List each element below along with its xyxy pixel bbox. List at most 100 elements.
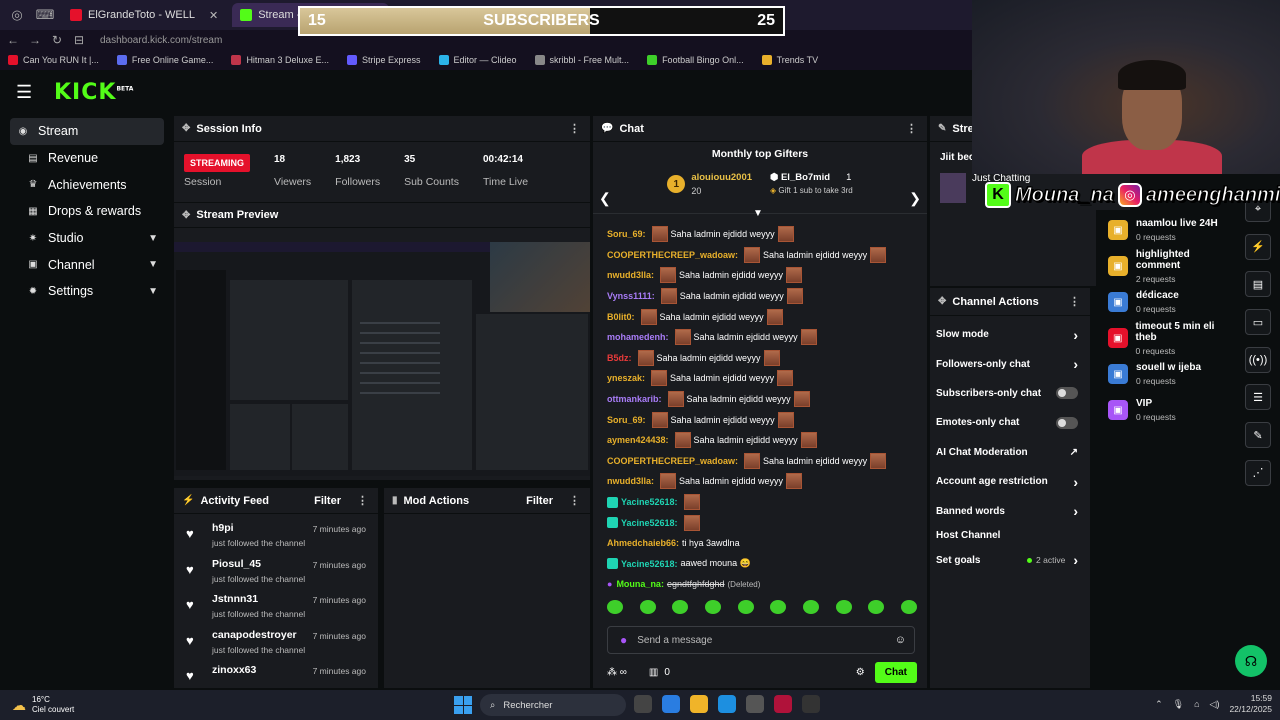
copilot-icon[interactable] [662,695,680,713]
chat-username[interactable]: Soru_69: [607,415,646,425]
emote-icon[interactable] [639,600,656,614]
slow-mode-item[interactable]: Slow mode › [930,320,1090,349]
users-icon[interactable]: ⁂ ∞ [607,667,627,678]
emote-icon[interactable] [672,600,689,614]
close-tab-icon[interactable]: ✕ [209,9,218,22]
chat-username[interactable]: nwudd3lla: [607,270,654,280]
gear-icon[interactable]: ⚙ [856,667,865,678]
chat-username[interactable]: Soru_69: [607,229,646,239]
bookmark[interactable]: Stripe Express [346,55,421,65]
support-chat-button[interactable]: ☊ [1235,645,1267,677]
sidebar-item-stream[interactable]: ◉ Stream [10,118,164,145]
emoji-icon[interactable]: ☺ [895,634,906,646]
more-options-icon[interactable]: ⋮ [569,122,580,135]
chat-username[interactable]: COOPERTHECREEP_wadoaw: [607,456,738,466]
reward-item[interactable]: ▣ timeout 5 min eli theb 0 requests [1096,320,1236,356]
reward-item[interactable]: ▣ VIP 0 requests [1096,392,1236,428]
app-icon[interactable] [802,695,820,713]
sidebar-item-studio[interactable]: ✷ Studio ▼ [10,225,164,252]
emote-icon[interactable] [835,600,852,614]
more-options-icon[interactable]: ⋮ [569,494,580,507]
forward-icon[interactable]: → [26,33,44,47]
filter-button[interactable]: Filter [526,495,553,507]
share-icon[interactable]: ⋰ [1245,459,1271,486]
sidebar-item-achievements[interactable]: ♛ Achievements [10,171,164,198]
banned-words-item[interactable]: Banned words › [930,496,1090,525]
emote-icon[interactable] [868,600,885,614]
bookmark[interactable]: Football Bingo Onl... [647,55,744,65]
chevron-right-icon[interactable]: ❯ [909,190,921,207]
account-age-item[interactable]: Account age restriction › [930,467,1090,496]
gift-icon[interactable]: ▥ [649,667,658,678]
task-view-icon[interactable] [634,695,652,713]
menu-icon[interactable]: ☰ [16,82,36,103]
bookmark[interactable]: skribbl - Free Mult... [534,55,629,65]
file-explorer-icon[interactable] [690,695,708,713]
pinned-icon[interactable]: ▼ [753,208,763,219]
chat-username[interactable]: nwudd3lla: [607,476,654,486]
chat-username[interactable]: Yacine52618: [621,497,678,507]
reward-item[interactable]: ▣ highlighted comment 2 requests [1096,248,1236,284]
bookmark[interactable]: Can You RUN It |... [8,55,99,65]
reward-item[interactable]: ▣ souell w ijeba 0 requests [1096,356,1236,392]
bookmark[interactable]: Trends TV [761,55,818,65]
emote-icon[interactable] [607,600,623,614]
bookmark[interactable]: Editor — Clideo [438,55,517,65]
chat-username[interactable]: B5dz: [607,353,632,363]
reward-item[interactable]: ▣ naamlou live 24H 0 requests [1096,212,1236,248]
sidebar-item-settings[interactable]: ✹ Settings ▼ [10,278,164,305]
bookmark[interactable]: Hitman 3 Deluxe E... [231,55,329,65]
chat-username[interactable]: COOPERTHECREEP_wadoaw: [607,250,738,260]
chat-username[interactable]: yneszak: [607,373,645,383]
tab-elgrandetoto[interactable]: ElGrandeToto - WELL ✕ [62,3,226,27]
more-options-icon[interactable]: ⋮ [357,494,368,507]
reward-item[interactable]: ▣ dédicace 0 requests [1096,284,1236,320]
emote-icon[interactable] [704,600,721,614]
host-channel-item[interactable]: Host Channel [930,526,1090,546]
subscribers-only-toggle[interactable] [1056,387,1078,400]
emote-icon[interactable] [737,600,754,614]
ai-moderation-item[interactable]: AI Chat Moderation ↗ [930,438,1090,467]
emote-icon[interactable] [770,600,787,614]
kick-logo[interactable]: KICKBETA [54,80,133,105]
windows-start-icon[interactable] [454,696,472,714]
emotes-only-toggle[interactable] [1056,416,1078,429]
network-icon[interactable]: ⌂ [1194,699,1199,709]
lightning-icon[interactable]: ⚡ [1245,233,1271,260]
more-options-icon[interactable]: ⋮ [906,122,917,135]
mic-icon[interactable]: 🎙 [1173,699,1184,710]
drag-handle-icon[interactable]: ✥ [182,210,190,221]
taskbar-search[interactable]: ⌕ Rechercher [480,694,626,716]
set-goals-item[interactable]: Set goals 2 active › [930,546,1090,575]
chat-icon[interactable]: ▭ [1245,309,1271,336]
gamepad-icon[interactable]: ⌨ [34,4,56,26]
chat-username[interactable]: Yacine52618: [621,518,678,528]
emote-icon[interactable] [802,600,819,614]
chat-username[interactable]: B0lit0: [607,312,635,322]
followers-only-item[interactable]: Followers-only chat › [930,349,1090,378]
url-field[interactable]: dashboard.kick.com/stream [100,35,222,46]
document-icon[interactable]: ▤ [1245,271,1271,298]
chat-username[interactable]: Ahmedchaieb66: [607,538,679,548]
back-icon[interactable]: ← [4,33,22,47]
clock[interactable]: 15:59 22/12/2025 [1229,693,1272,715]
sidebar-item-drops[interactable]: ▦ Drops & rewards [10,198,164,225]
drag-handle-icon[interactable]: ✥ [938,296,946,307]
chevron-left-icon[interactable]: ❮ [599,190,611,207]
drag-handle-icon[interactable]: ✥ [182,123,190,134]
sidebar-item-revenue[interactable]: ▤ Revenue [10,145,164,172]
edge-icon[interactable] [718,695,736,713]
browser-menu-icon[interactable]: ◎ [6,4,28,26]
stream-preview-video[interactable] [174,242,590,476]
wrench-icon[interactable]: ✎ [1245,422,1271,449]
store-icon[interactable] [746,695,764,713]
chat-username[interactable]: ottmankarib: [607,394,662,404]
chat-username[interactable]: aymen424438: [607,435,669,445]
mic-icon[interactable]: ● [620,633,627,647]
chevron-up-icon[interactable]: ⌃ [1155,699,1163,710]
chat-input[interactable]: ● Send a message ☺ [607,626,915,654]
chat-username[interactable]: Vynss1111: [607,291,655,301]
volume-icon[interactable]: ◁) [1210,699,1220,710]
bookmark[interactable]: Free Online Game... [116,55,213,65]
sidebar-item-channel[interactable]: ▣ Channel ▼ [10,251,164,278]
